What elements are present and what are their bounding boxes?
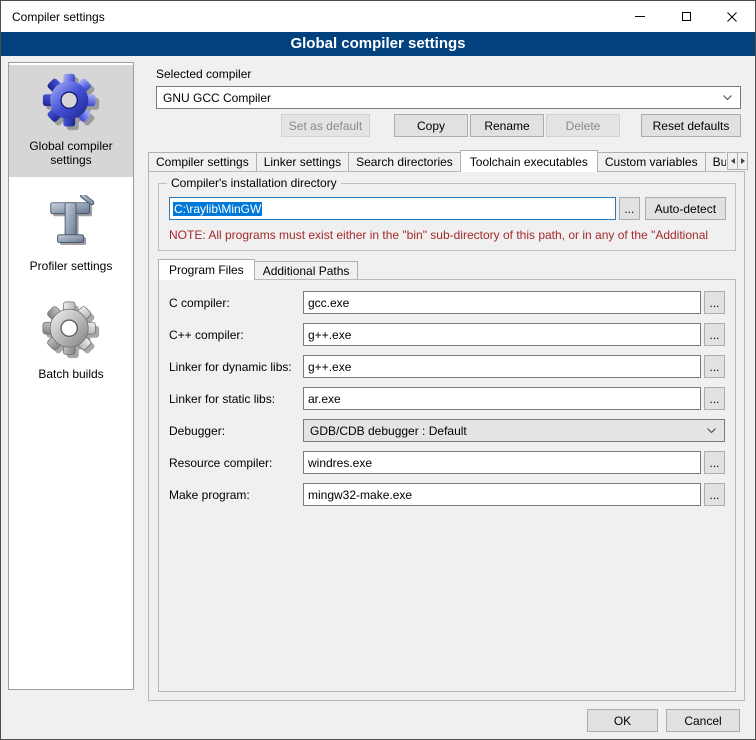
ok-button[interactable]: OK: [587, 709, 658, 732]
subtab-program-files[interactable]: Program Files: [158, 259, 255, 280]
field-row-debugger: Debugger: GDB/CDB debugger : Default: [169, 419, 725, 442]
sidebar-item-profiler-settings[interactable]: Profiler settings: [9, 187, 133, 283]
cpp-compiler-input[interactable]: [303, 323, 701, 346]
field-row-dynamic-linker: Linker for dynamic libs: ...: [169, 355, 725, 378]
compiler-combobox[interactable]: GNU GCC Compiler: [156, 86, 741, 109]
chevron-down-icon: [723, 95, 732, 100]
close-button[interactable]: [709, 1, 755, 32]
tab-build-options[interactable]: Build: [705, 152, 726, 171]
caption-buttons: [617, 1, 755, 32]
debugger-select-value: GDB/CDB debugger : Default: [310, 424, 467, 438]
tab-scroll-right-button[interactable]: [737, 152, 748, 170]
dynamic-linker-browse-button[interactable]: ...: [704, 355, 725, 378]
installation-directory-groupbox: Compiler's installation directory C:\ray…: [158, 183, 736, 251]
field-label: Linker for dynamic libs:: [169, 360, 303, 374]
maximize-icon: [682, 12, 691, 21]
cpp-compiler-browse-button[interactable]: ...: [704, 323, 725, 346]
titlebar: Compiler settings: [1, 1, 755, 32]
field-label: Linker for static libs:: [169, 392, 303, 406]
debugger-select[interactable]: GDB/CDB debugger : Default: [303, 419, 725, 442]
make-program-input[interactable]: [303, 483, 701, 506]
tab-search-directories[interactable]: Search directories: [348, 152, 461, 171]
resource-compiler-browse-button[interactable]: ...: [704, 451, 725, 474]
subtab-additional-paths[interactable]: Additional Paths: [254, 261, 359, 279]
make-program-browse-button[interactable]: ...: [704, 483, 725, 506]
executables-subtabstrip: Program Files Additional Paths: [158, 259, 358, 280]
compiler-settings-dialog: Compiler settings Global compiler settin…: [0, 0, 756, 740]
settings-sidebar: Global compiler settings: [8, 62, 134, 690]
set-as-default-button[interactable]: Set as default: [281, 114, 370, 137]
program-files-fields: C compiler: ... C++ compiler: ... Linker…: [159, 280, 735, 691]
field-row-c-compiler: C compiler: ...: [169, 291, 725, 314]
chevron-down-icon: [707, 428, 716, 433]
close-icon: [727, 12, 737, 22]
minimize-button[interactable]: [617, 1, 663, 32]
field-label: C++ compiler:: [169, 328, 303, 342]
gear-blue-icon: [42, 73, 100, 131]
field-row-make-program: Make program: ...: [169, 483, 725, 506]
cancel-button[interactable]: Cancel: [666, 709, 740, 732]
minimize-icon: [635, 16, 645, 17]
tab-scrollers: [727, 152, 748, 170]
sidebar-item-batch-builds[interactable]: Batch builds: [9, 293, 133, 391]
installation-directory-input[interactable]: C:\raylib\MinGW: [169, 197, 616, 220]
tab-linker-settings[interactable]: Linker settings: [256, 152, 349, 171]
rename-button[interactable]: Rename: [470, 114, 544, 137]
field-label: Resource compiler:: [169, 456, 303, 470]
compiler-actions: Set as default Copy Rename Delete Reset …: [281, 114, 741, 137]
arrow-left-icon: [731, 158, 735, 164]
toolchain-executables-page: Compiler's installation directory C:\ray…: [148, 171, 745, 701]
sidebar-item-label: Global compiler settings: [11, 139, 131, 167]
settings-tabstrip: Compiler settings Linker settings Search…: [148, 150, 726, 172]
delete-button[interactable]: Delete: [546, 114, 620, 137]
field-label: Debugger:: [169, 424, 303, 438]
field-label: Make program:: [169, 488, 303, 502]
tab-toolchain-executables[interactable]: Toolchain executables: [460, 150, 598, 172]
installation-directory-group-title: Compiler's installation directory: [167, 176, 341, 190]
sidebar-item-global-compiler-settings[interactable]: Global compiler settings: [9, 65, 133, 177]
c-compiler-input[interactable]: [303, 291, 701, 314]
browse-directory-button[interactable]: ...: [619, 197, 640, 220]
field-label: C compiler:: [169, 296, 303, 310]
gear-gray-icon: [42, 301, 100, 359]
installation-directory-row: C:\raylib\MinGW ... Auto-detect: [169, 197, 726, 220]
static-linker-input[interactable]: [303, 387, 701, 410]
tab-custom-variables[interactable]: Custom variables: [597, 152, 706, 171]
sidebar-item-label: Batch builds: [38, 367, 103, 381]
reset-defaults-button[interactable]: Reset defaults: [641, 114, 741, 137]
auto-detect-button[interactable]: Auto-detect: [645, 197, 726, 220]
installation-directory-selected-text: C:\raylib\MinGW: [173, 202, 262, 216]
sidebar-item-label: Profiler settings: [30, 259, 113, 273]
window-title: Compiler settings: [1, 10, 105, 24]
tab-compiler-settings[interactable]: Compiler settings: [148, 152, 257, 171]
field-row-static-linker: Linker for static libs: ...: [169, 387, 725, 410]
arrow-right-icon: [741, 158, 745, 164]
program-files-panel: C compiler: ... C++ compiler: ... Linker…: [158, 279, 736, 692]
note-text: NOTE: All programs must exist either in …: [169, 228, 732, 242]
c-compiler-browse-button[interactable]: ...: [704, 291, 725, 314]
compiler-combobox-value: GNU GCC Compiler: [163, 91, 271, 105]
static-linker-browse-button[interactable]: ...: [704, 387, 725, 410]
field-row-resource-compiler: Resource compiler: ...: [169, 451, 725, 474]
resource-compiler-input[interactable]: [303, 451, 701, 474]
copy-button[interactable]: Copy: [394, 114, 468, 137]
selected-compiler-label: Selected compiler: [156, 67, 251, 81]
maximize-button[interactable]: [663, 1, 709, 32]
page-title: Global compiler settings: [1, 32, 755, 56]
dynamic-linker-input[interactable]: [303, 355, 701, 378]
profiler-clamp-icon: [44, 195, 98, 251]
field-row-cpp-compiler: C++ compiler: ...: [169, 323, 725, 346]
